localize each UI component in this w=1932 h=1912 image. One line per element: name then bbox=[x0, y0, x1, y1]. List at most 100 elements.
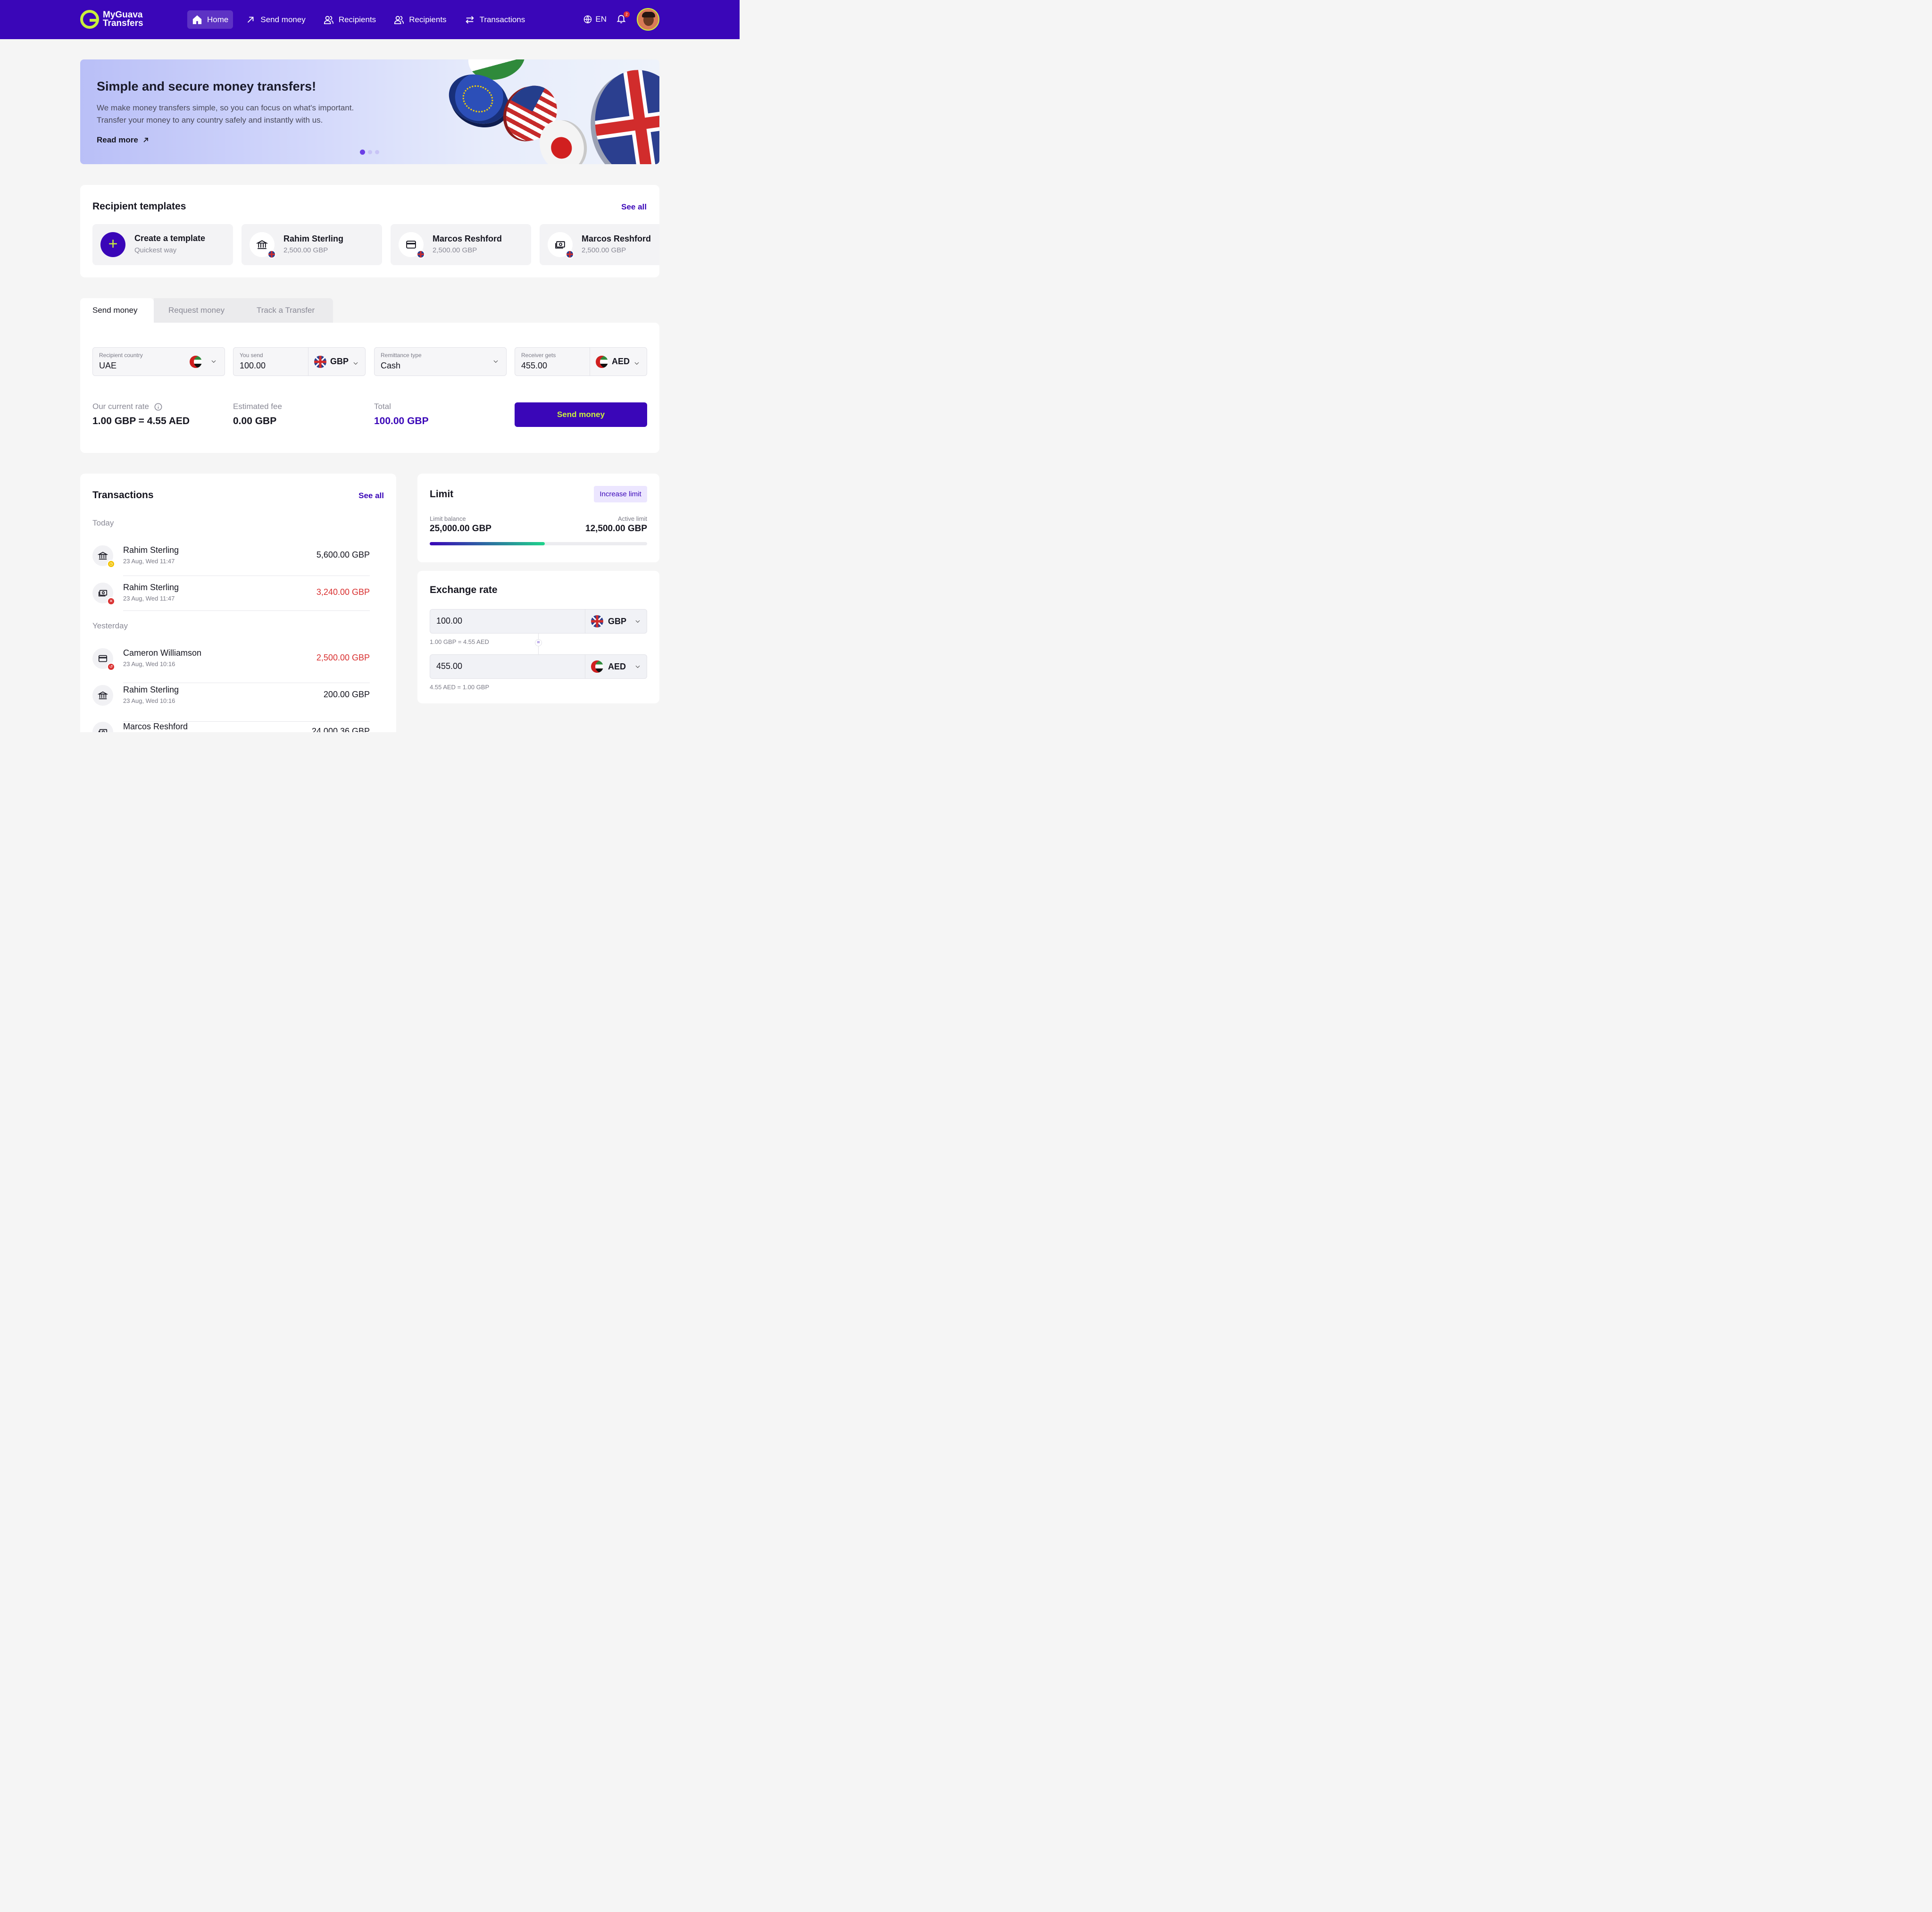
top-navbar: MyGuava Transfers Home Send money Recipi… bbox=[0, 0, 740, 39]
uk-flag-icon bbox=[566, 250, 574, 259]
card-icon: ↺ bbox=[92, 648, 115, 671]
exchange-to-field[interactable]: 455.00 AED bbox=[430, 654, 647, 679]
active-limit-label: Active limit bbox=[617, 515, 647, 522]
transaction-row[interactable]: Marcos Reshford 24,000.36 GBP bbox=[92, 722, 370, 732]
recipient-templates-card: Recipient templates See all + Create a t… bbox=[80, 185, 659, 277]
avatar[interactable] bbox=[637, 8, 659, 31]
you-send-field[interactable]: You send 100.00 GBP bbox=[233, 347, 366, 376]
transaction-name: Rahim Sterling bbox=[123, 545, 179, 555]
chevron-down-icon bbox=[633, 359, 639, 365]
globe-icon bbox=[584, 15, 592, 24]
templates-see-all-link[interactable]: See all bbox=[621, 202, 647, 212]
transaction-date: 23 Aug, Wed 10:16 bbox=[123, 697, 175, 704]
transaction-amount: 24,000.36 GBP bbox=[311, 726, 370, 732]
nav-home[interactable]: Home bbox=[187, 10, 233, 29]
exchange-to-currency-select[interactable]: AED bbox=[585, 655, 648, 678]
send-currency-select[interactable]: GBP bbox=[308, 348, 365, 376]
transaction-date: 23 Aug, Wed 11:47 bbox=[123, 558, 175, 565]
receiver-gets-label: Receiver gets bbox=[521, 352, 556, 359]
plus-icon: + bbox=[100, 232, 125, 257]
logo[interactable]: MyGuava Transfers bbox=[80, 10, 143, 29]
template-name: Marcos Reshford bbox=[582, 234, 651, 243]
tab-track-transfer[interactable]: Track a Transfer bbox=[243, 298, 333, 323]
read-more-link[interactable]: Read more bbox=[97, 135, 150, 145]
transaction-row[interactable]: ✕ Rahim Sterling 23 Aug, Wed 11:47 3,240… bbox=[92, 583, 370, 619]
create-template-button[interactable]: + Create a template Quickest way bbox=[92, 224, 233, 265]
transactions-see-all-link[interactable]: See all bbox=[358, 491, 384, 501]
receiver-gets-field[interactable]: Receiver gets 455.00 AED bbox=[515, 347, 647, 376]
limit-card: Limit Increase limit Limit balance 25,00… bbox=[417, 474, 659, 562]
nav-transactions[interactable]: Transactions bbox=[459, 10, 531, 29]
rate-summary: Our current rate 1.00 GBP = 4.55 AED bbox=[92, 402, 190, 427]
template-amount: 2,500.00 GBP bbox=[283, 246, 328, 254]
create-template-subtitle: Quickest way bbox=[134, 246, 177, 254]
exchange-rate-card: Exchange rate 100.00 GBP 1.00 GBP = 4.55… bbox=[417, 571, 659, 703]
read-more-label: Read more bbox=[97, 135, 138, 144]
carousel-dot[interactable] bbox=[360, 150, 365, 155]
templates-title: Recipient templates bbox=[92, 201, 186, 212]
uk-flag-icon bbox=[416, 250, 425, 259]
carousel-dot[interactable] bbox=[368, 150, 372, 154]
nav-recipients[interactable]: Recipients bbox=[318, 10, 382, 29]
remittance-type-label: Remittance type bbox=[381, 352, 422, 359]
create-template-title: Create a template bbox=[134, 234, 206, 243]
chevron-down-icon bbox=[492, 358, 498, 364]
transaction-amount: 3,240.00 GBP bbox=[316, 587, 370, 597]
transaction-name: Rahim Sterling bbox=[123, 583, 179, 592]
template-card[interactable]: Marcos Reshford 2,500.00 GBP bbox=[540, 224, 659, 265]
banner-title: Simple and secure money transfers! bbox=[97, 79, 316, 93]
transactions-card: Transactions See all Today ◷ Rahim Sterl… bbox=[80, 474, 396, 732]
language-selector[interactable]: EN bbox=[583, 15, 607, 24]
uae-flag-icon bbox=[596, 355, 608, 368]
language-label: EN bbox=[595, 15, 607, 24]
exchange-from-input[interactable]: 100.00 bbox=[436, 616, 462, 626]
nav-recipients-2[interactable]: Recipients bbox=[388, 10, 452, 29]
carousel-dot[interactable] bbox=[375, 150, 379, 154]
increase-limit-button[interactable]: Increase limit bbox=[594, 486, 647, 502]
users-icon bbox=[324, 16, 333, 24]
template-name: Marcos Reshford bbox=[433, 234, 502, 243]
cash-icon: ✕ bbox=[92, 583, 115, 605]
transaction-row[interactable]: Rahim Sterling 23 Aug, Wed 10:16 200.00 … bbox=[92, 685, 370, 722]
tab-request-money[interactable]: Request money bbox=[154, 298, 243, 323]
receive-currency-select[interactable]: AED bbox=[590, 348, 647, 376]
transaction-amount: 2,500.00 GBP bbox=[316, 653, 370, 662]
bank-icon bbox=[92, 685, 113, 706]
tab-send-money[interactable]: Send money bbox=[80, 298, 154, 323]
active-limit-value: 12,500.00 GBP bbox=[585, 524, 647, 534]
remittance-type-value: Cash bbox=[381, 361, 401, 370]
notifications-button[interactable]: 2 bbox=[616, 11, 630, 25]
day-label-yesterday: Yesterday bbox=[92, 621, 128, 630]
limit-balance-label: Limit balance bbox=[430, 515, 466, 522]
tab-request-money-label: Request money bbox=[168, 306, 225, 315]
app: MyGuava Transfers Home Send money Recipi… bbox=[0, 0, 740, 732]
send-money-button[interactable]: Send money bbox=[515, 402, 647, 427]
template-card[interactable]: Rahim Sterling 2,500.00 GBP bbox=[242, 224, 382, 265]
exchange-from-field[interactable]: 100.00 GBP bbox=[430, 609, 647, 634]
exchange-to-input[interactable]: 455.00 bbox=[436, 661, 462, 671]
transaction-row[interactable]: ◷ Rahim Sterling 23 Aug, Wed 11:47 5,600… bbox=[92, 545, 370, 582]
remittance-type-select[interactable]: Remittance type Cash bbox=[374, 347, 507, 376]
template-name: Rahim Sterling bbox=[283, 234, 344, 243]
rate-label-text: Our current rate bbox=[92, 402, 149, 411]
limit-progress-fill bbox=[430, 542, 545, 545]
transaction-amount: 5,600.00 GBP bbox=[316, 550, 370, 559]
template-card[interactable]: Marcos Reshford 2,500.00 GBP bbox=[391, 224, 531, 265]
uae-flag-icon bbox=[190, 356, 202, 368]
limit-title: Limit bbox=[430, 489, 454, 500]
recipient-country-select[interactable]: Recipient country UAE bbox=[92, 347, 225, 376]
exchange-from-currency-select[interactable]: GBP bbox=[585, 610, 648, 633]
banner-text-line2: Transfer your money to any country safel… bbox=[97, 116, 323, 125]
returned-icon: ↺ bbox=[107, 663, 115, 671]
info-icon[interactable] bbox=[154, 402, 163, 411]
promo-banner: Simple and secure money transfers! We ma… bbox=[80, 59, 659, 164]
banner-text-line1: We make money transfers simple, so you c… bbox=[97, 103, 354, 112]
you-send-label: You send bbox=[240, 352, 263, 359]
swap-arrows-icon bbox=[465, 16, 474, 24]
nav-send-money[interactable]: Send money bbox=[240, 10, 311, 29]
recipient-country-value: UAE bbox=[99, 361, 117, 370]
receiver-gets-input[interactable]: 455.00 bbox=[521, 361, 547, 371]
you-send-input[interactable]: 100.00 bbox=[240, 361, 266, 371]
transaction-name: Cameron Williamson bbox=[123, 648, 202, 658]
transaction-row[interactable]: ↺ Cameron Williamson 23 Aug, Wed 10:16 2… bbox=[92, 648, 370, 685]
